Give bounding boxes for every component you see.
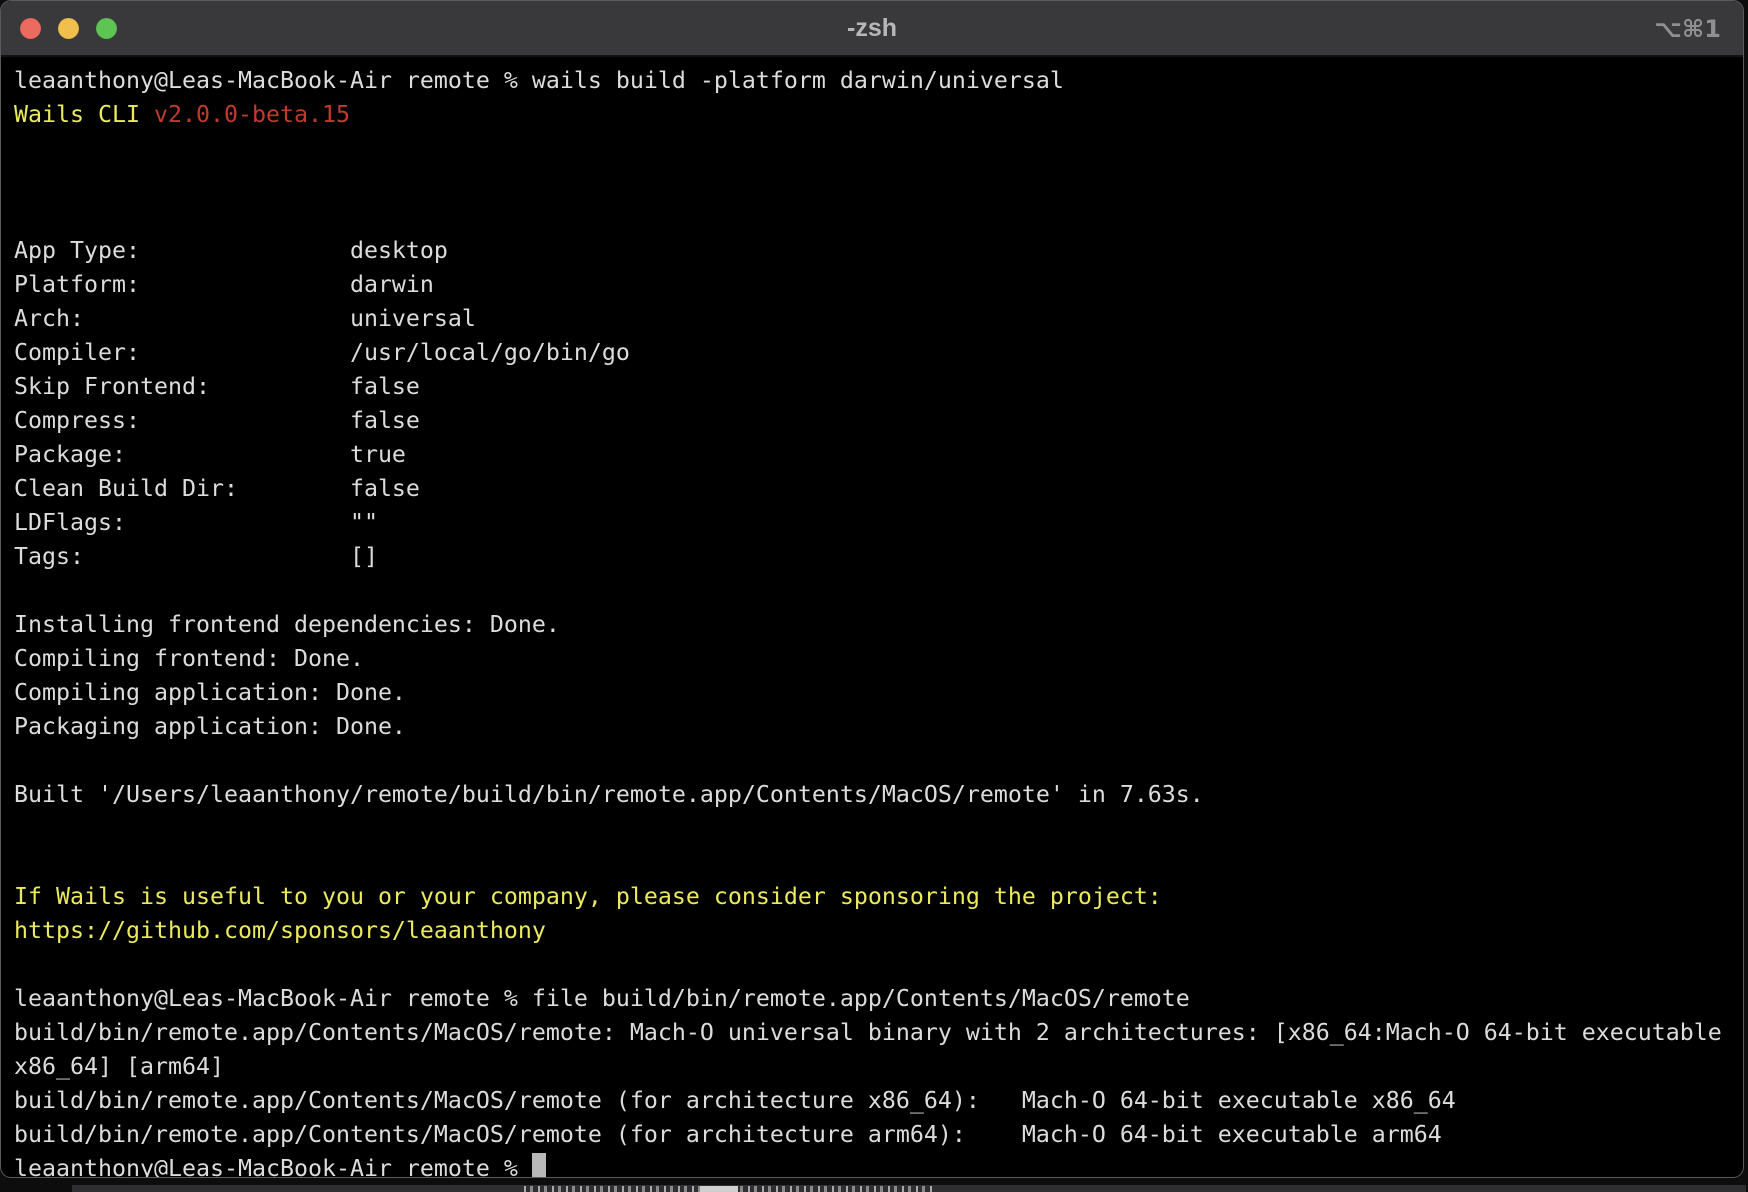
terminal-line: leaanthony@Leas-MacBook-Air remote % wai… <box>14 64 1743 98</box>
terminal-line: Compiling application: Done. <box>14 676 1743 710</box>
terminal-line: Wails CLI v2.0.0-beta.15 <box>14 98 1743 132</box>
titlebar[interactable]: -zsh ⌥⌘1 <box>1 1 1743 57</box>
terminal-line <box>14 166 1743 200</box>
terminal-line: leaanthony@Leas-MacBook-Air remote % fil… <box>14 982 1743 1016</box>
terminal-line: Installing frontend dependencies: Done. <box>14 608 1743 642</box>
background-window-sliver-highlight <box>700 1186 738 1192</box>
terminal-line: App Type: desktop <box>14 234 1743 268</box>
terminal-line <box>14 200 1743 234</box>
terminal-window: -zsh ⌥⌘1 leaanthony@Leas-MacBook-Air rem… <box>0 0 1744 1178</box>
terminal-text-segment: Installing frontend dependencies: Done. <box>14 611 560 638</box>
tab-shortcut-label: ⌥⌘1 <box>1654 1 1721 55</box>
terminal-line: Package: true <box>14 438 1743 472</box>
terminal-line <box>14 132 1743 166</box>
terminal-line: build/bin/remote.app/Contents/MacOS/remo… <box>14 1084 1743 1118</box>
terminal-text-segment: leaanthony@Leas-MacBook-Air remote % wai… <box>14 67 1064 94</box>
terminal-text-segment: leaanthony@Leas-MacBook-Air remote % <box>14 1155 532 1177</box>
terminal-line: Compiler: /usr/local/go/bin/go <box>14 336 1743 370</box>
terminal-line <box>14 574 1743 608</box>
terminal-line: Clean Build Dir: false <box>14 472 1743 506</box>
terminal-line <box>14 948 1743 982</box>
terminal-text-segment: Built '/Users/leaanthony/remote/build/bi… <box>14 781 1204 808</box>
terminal-text-segment: If Wails is useful to you or your compan… <box>14 883 1162 910</box>
terminal-line: x86_64] [arm64] <box>14 1050 1743 1084</box>
terminal-line: Platform: darwin <box>14 268 1743 302</box>
terminal-line: LDFlags: "" <box>14 506 1743 540</box>
desktop-background: -zsh ⌥⌘1 leaanthony@Leas-MacBook-Air rem… <box>0 0 1748 1192</box>
terminal-line: Arch: universal <box>14 302 1743 336</box>
terminal-text-segment: leaanthony@Leas-MacBook-Air remote % fil… <box>14 985 1190 1012</box>
terminal-line: leaanthony@Leas-MacBook-Air remote % <box>14 1152 1743 1177</box>
terminal-text-segment: Package: true <box>14 441 406 468</box>
terminal-text-segment: v2.0.0-beta.15 <box>154 101 350 128</box>
terminal-text-segment: Platform: darwin <box>14 271 434 298</box>
terminal-text-segment: Compiler: /usr/local/go/bin/go <box>14 339 630 366</box>
terminal-text-segment: Compress: false <box>14 407 420 434</box>
terminal-text-segment: App Type: desktop <box>14 237 448 264</box>
terminal-text-segment: Clean Build Dir: false <box>14 475 420 502</box>
terminal-text-segment: build/bin/remote.app/Contents/MacOS/remo… <box>14 1087 1456 1114</box>
terminal-text-segment: build/bin/remote.app/Contents/MacOS/remo… <box>14 1019 1722 1046</box>
terminal-text-segment: Compiling frontend: Done. <box>14 645 364 672</box>
terminal-line: https://github.com/sponsors/leaanthony <box>14 914 1743 948</box>
terminal-text-segment: build/bin/remote.app/Contents/MacOS/remo… <box>14 1121 1442 1148</box>
terminal-screen[interactable]: leaanthony@Leas-MacBook-Air remote % wai… <box>1 57 1743 1177</box>
terminal-text-segment: Wails CLI <box>14 101 154 128</box>
terminal-line <box>14 744 1743 778</box>
terminal-line: Built '/Users/leaanthony/remote/build/bi… <box>14 778 1743 812</box>
terminal-line: build/bin/remote.app/Contents/MacOS/remo… <box>14 1118 1743 1152</box>
terminal-line: Compress: false <box>14 404 1743 438</box>
terminal-text-segment: Packaging application: Done. <box>14 713 406 740</box>
terminal-cursor <box>532 1153 546 1177</box>
terminal-line: Tags: [] <box>14 540 1743 574</box>
terminal-line: Packaging application: Done. <box>14 710 1743 744</box>
terminal-text-segment: x86_64] [arm64] <box>14 1053 224 1080</box>
terminal-text-segment: Compiling application: Done. <box>14 679 406 706</box>
terminal-line <box>14 812 1743 846</box>
window-title: -zsh <box>1 1 1743 55</box>
terminal-text-segment: LDFlags: "" <box>14 509 378 536</box>
terminal-line: Compiling frontend: Done. <box>14 642 1743 676</box>
terminal-text-segment: Tags: [] <box>14 543 378 570</box>
terminal-text-segment: Skip Frontend: false <box>14 373 420 400</box>
terminal-line <box>14 846 1743 880</box>
terminal-line: build/bin/remote.app/Contents/MacOS/remo… <box>14 1016 1743 1050</box>
terminal-text-segment: Arch: universal <box>14 305 476 332</box>
terminal-line: Skip Frontend: false <box>14 370 1743 404</box>
terminal-text-segment: https://github.com/sponsors/leaanthony <box>14 917 546 944</box>
terminal-line: If Wails is useful to you or your compan… <box>14 880 1743 914</box>
